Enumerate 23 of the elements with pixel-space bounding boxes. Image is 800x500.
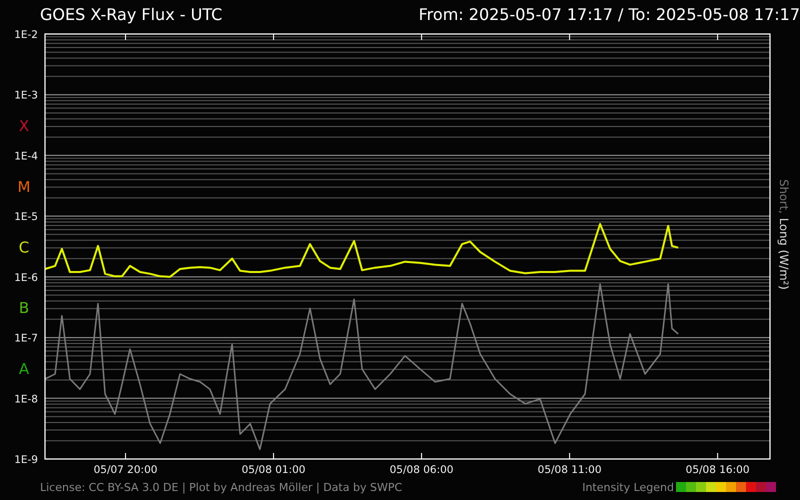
x-tick-label: 05/08 01:00 bbox=[242, 464, 306, 474]
x-tick-label: 05/08 11:00 bbox=[538, 464, 602, 474]
x-tick-label: 05/08 16:00 bbox=[686, 464, 750, 474]
flare-class-label: C bbox=[18, 238, 30, 256]
credits-text: License: CC BY-SA 3.0 DE | Plot by Andreas Möller | Data by SWPC bbox=[40, 480, 402, 494]
flare-class-label: A bbox=[18, 360, 30, 378]
flare-class-label: X bbox=[18, 117, 30, 136]
y-tick-label: 1E-9 bbox=[14, 454, 38, 466]
y-tick-label: 1E-8 bbox=[14, 393, 38, 406]
x-tick-label: 05/07 20:00 bbox=[94, 464, 158, 474]
y-axis-label: Short, Long (W/m²) bbox=[777, 179, 791, 290]
y-tick-label: 1E-3 bbox=[14, 90, 38, 102]
y-tick-label: 1E-5 bbox=[14, 211, 38, 224]
y-tick-label: 1E-2 bbox=[14, 29, 38, 41]
time-range: From: 2025-05-07 17:17 / To: 2025-05-08 17:17 bbox=[418, 4, 800, 24]
y-tick-label: 1E-7 bbox=[14, 332, 38, 345]
flare-class-label: B bbox=[18, 299, 30, 318]
legend-label: Intensity Legend bbox=[582, 480, 674, 494]
y-tick-label: 1E-4 bbox=[14, 150, 38, 162]
flare-class-label: M bbox=[18, 178, 30, 196]
x-tick-label: 05/08 06:00 bbox=[390, 464, 454, 474]
chart-title: GOES X-Ray Flux - UTC bbox=[40, 4, 222, 24]
y-tick-label: 1E-6 bbox=[14, 272, 38, 284]
